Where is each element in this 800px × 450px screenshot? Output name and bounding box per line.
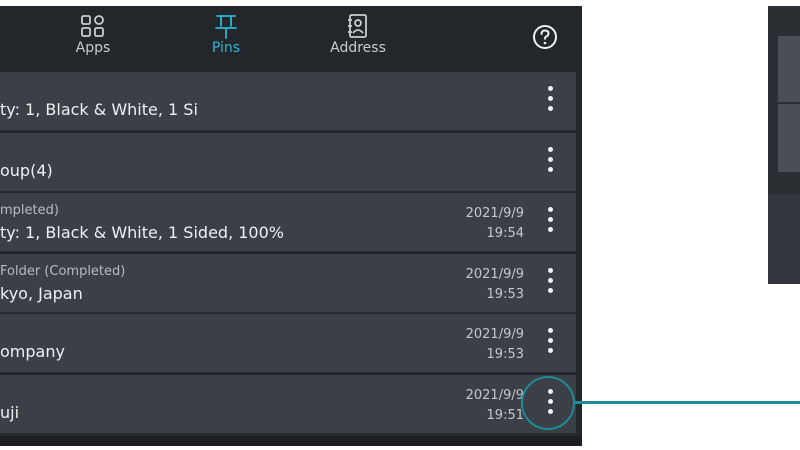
list-item-subtitle: mpleted) bbox=[0, 203, 59, 218]
list-item-title: kyo, Japan bbox=[0, 283, 83, 303]
help-circle-icon bbox=[533, 25, 557, 49]
list-item[interactable]: ty: 1, Black & White, 1 Si bbox=[0, 72, 576, 131]
device-screen: Apps Pins Address ty: 1, Black & White, … bbox=[0, 6, 582, 446]
pins-list: ty: 1, Black & White, 1 Si oup(4) mplete… bbox=[0, 72, 576, 435]
list-item-time: 19:53 bbox=[486, 286, 524, 302]
list-item-title: ty: 1, Black & White, 1 Sided, 100% bbox=[0, 223, 284, 242]
list-item-subtitle: Folder (Completed) bbox=[0, 263, 126, 279]
list-item[interactable]: mpleted) ty: 1, Black & White, 1 Sided, … bbox=[0, 193, 576, 252]
more-options-icon[interactable] bbox=[542, 328, 558, 358]
tab-apps[interactable]: Apps bbox=[48, 10, 138, 66]
more-options-icon[interactable] bbox=[542, 267, 558, 298]
more-options-icon[interactable] bbox=[542, 146, 558, 177]
callout-highlight-ring bbox=[521, 376, 575, 430]
secondary-device-panel bbox=[768, 6, 800, 284]
divider bbox=[778, 102, 800, 104]
pin-icon bbox=[181, 12, 271, 40]
address-book-icon bbox=[313, 12, 403, 40]
list-item-title: oup(4) bbox=[0, 160, 53, 180]
list-item-time: 19:53 bbox=[486, 347, 524, 362]
list-item[interactable]: Folder (Completed) kyo, Japan 2021/9/9 1… bbox=[0, 253, 576, 313]
help-button[interactable] bbox=[532, 24, 558, 50]
list-item-timestamp: 2021/9/9 19:53 bbox=[466, 265, 524, 305]
tab-address[interactable]: Address bbox=[313, 10, 403, 66]
list-item-title: uji bbox=[0, 402, 20, 422]
stage: Apps Pins Address ty: 1, Black & White, … bbox=[0, 0, 800, 450]
list-item[interactable]: oup(4) bbox=[0, 132, 576, 192]
list-item-title: ty: 1, Black & White, 1 Si bbox=[0, 100, 198, 119]
tab-pins-label: Pins bbox=[211, 40, 241, 56]
list-item-date: 2021/9/9 bbox=[465, 327, 524, 342]
tab-address-label: Address bbox=[330, 40, 386, 56]
tab-pins[interactable]: Pins bbox=[181, 10, 271, 66]
list-item-date: 2021/9/9 bbox=[465, 266, 524, 282]
more-options-icon[interactable] bbox=[542, 86, 558, 116]
list-item[interactable]: uji 2021/9/9 19:51 bbox=[0, 374, 576, 434]
list-item[interactable]: ompany 2021/9/9 19:53 bbox=[0, 314, 576, 373]
list-item-date: 2021/9/9 bbox=[465, 387, 524, 403]
list-item-date: 2021/9/9 bbox=[465, 206, 524, 221]
list-item-timestamp: 2021/9/9 19:54 bbox=[466, 204, 524, 244]
list-item-title: ompany bbox=[0, 342, 65, 361]
secondary-panel-buttons bbox=[778, 36, 800, 172]
tab-apps-label: Apps bbox=[75, 40, 111, 56]
more-options-icon[interactable] bbox=[542, 207, 558, 237]
apps-grid-icon bbox=[48, 12, 138, 40]
top-tab-bar: Apps Pins Address bbox=[0, 6, 582, 68]
list-item-timestamp: 2021/9/9 19:51 bbox=[466, 386, 524, 426]
secondary-panel-lower bbox=[768, 194, 800, 284]
list-item-time: 19:54 bbox=[486, 226, 524, 241]
list-item-timestamp: 2021/9/9 19:53 bbox=[466, 325, 524, 365]
callout-leader-line bbox=[575, 401, 800, 404]
list-item-time: 19:51 bbox=[486, 407, 524, 423]
bottom-bar bbox=[0, 436, 582, 446]
